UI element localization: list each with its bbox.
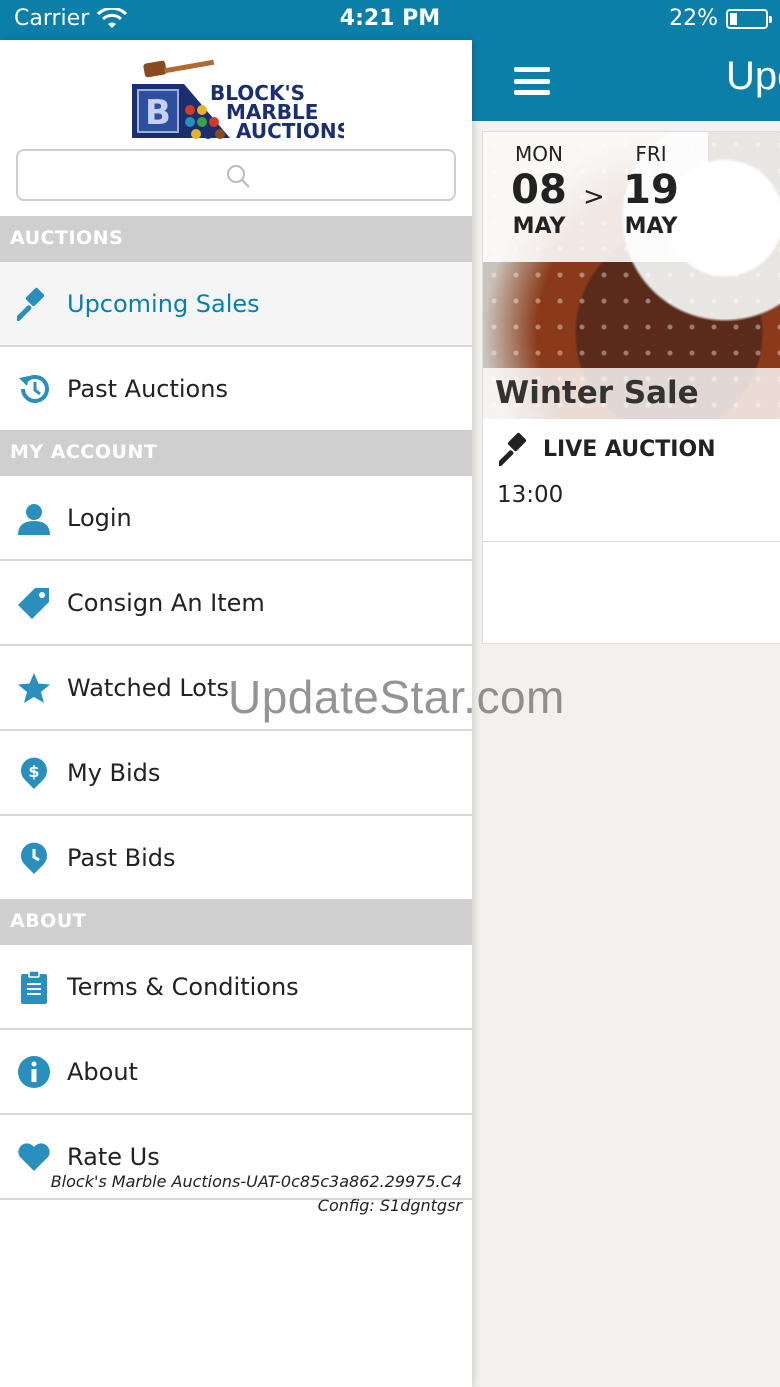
section-my-account: MY ACCOUNT: [0, 430, 472, 476]
battery-icon: [726, 8, 772, 29]
auction-type: LIVE AUCTION: [499, 432, 716, 466]
menu-item-upcoming-sales[interactable]: Upcoming Sales: [0, 262, 472, 347]
nav-bar: Upc: [472, 40, 780, 121]
end-day: 19: [623, 167, 679, 213]
section-auctions: AUCTIONS: [0, 216, 472, 262]
menu-item-label: Consign An Item: [67, 589, 265, 617]
build-info-line2: Config: S1dgntgsr: [317, 1196, 462, 1215]
menu-item-label: Terms & Conditions: [67, 973, 299, 1001]
menu-item-past-auctions[interactable]: Past Auctions: [0, 347, 472, 432]
search-icon: [227, 165, 250, 188]
date-range: MON 08 MAY > FRI 19 MAY: [483, 132, 708, 262]
tag-icon: [16, 585, 52, 621]
svg-text:$: $: [28, 762, 39, 781]
start-date: MON 08 MAY: [499, 142, 579, 239]
menu-item-label: Past Auctions: [67, 375, 228, 403]
menu-item-past-bids[interactable]: Past Bids: [0, 816, 472, 901]
date-arrow: >: [583, 182, 605, 212]
menu-item-label: Watched Lots: [67, 674, 229, 702]
logo-line3: AUCTIONS: [236, 119, 344, 142]
clock: 4:21 PM: [339, 6, 441, 31]
gavel-icon: [499, 432, 527, 466]
logo-letter: B: [145, 93, 171, 133]
clock-pin-icon: [16, 840, 52, 876]
auction-type-label: LIVE AUCTION: [543, 436, 716, 462]
battery-percent: 22%: [669, 6, 718, 31]
start-day: 08: [511, 167, 567, 213]
battery: 22%: [669, 6, 772, 31]
menu-item-label: Past Bids: [67, 844, 176, 872]
start-month: MAY: [512, 214, 566, 239]
menu-item-about[interactable]: About: [0, 1030, 472, 1115]
menu-item-login[interactable]: Login: [0, 476, 472, 561]
menu-item-consign[interactable]: Consign An Item: [0, 561, 472, 646]
dollar-pin-icon: $: [16, 755, 52, 791]
heart-icon: [16, 1139, 52, 1175]
menu-item-label: Upcoming Sales: [67, 290, 260, 318]
company-logo: B BLOCK'S MARBLE AUCTIONS: [132, 59, 344, 142]
battery-fill: [730, 12, 738, 25]
info-icon: [16, 1054, 52, 1090]
search-input[interactable]: [16, 149, 456, 201]
history-icon: [16, 371, 52, 407]
build-info: Block's Marble Auctions-UAT-0c85c3a862.2…: [51, 1170, 462, 1218]
hamburger-icon[interactable]: [514, 67, 550, 95]
end-dow: FRI: [635, 142, 667, 166]
build-info-line1: Block's Marble Auctions-UAT-0c85c3a862.2…: [50, 1172, 462, 1191]
gavel-icon: [16, 286, 52, 322]
menu-item-label: Login: [67, 504, 132, 532]
section-about: ABOUT: [0, 899, 472, 945]
auction-image: MON 08 MAY > FRI 19 MAY Winter Sale: [483, 132, 780, 419]
menu-item-label: About: [67, 1058, 138, 1086]
end-date: FRI 19 MAY: [611, 142, 691, 239]
menu-item-label: My Bids: [67, 759, 161, 787]
sale-title: Winter Sale: [483, 368, 780, 419]
page-title: Upc: [726, 54, 780, 98]
star-icon: [16, 670, 52, 706]
card-divider: [483, 541, 780, 542]
user-icon: [16, 500, 52, 536]
status-bar: Carrier 4:21 PM 22%: [0, 0, 780, 40]
menu-item-my-bids[interactable]: $ My Bids: [0, 731, 472, 816]
section-about-label: ABOUT: [10, 910, 87, 932]
auction-time: 13:00: [497, 482, 564, 508]
section-auctions-label: AUCTIONS: [10, 227, 124, 249]
menu-item-terms[interactable]: Terms & Conditions: [0, 945, 472, 1030]
menu-item-label: Rate Us: [67, 1143, 160, 1171]
auction-card[interactable]: MON 08 MAY > FRI 19 MAY Winter Sale LIVE…: [482, 131, 780, 644]
start-dow: MON: [515, 142, 563, 166]
section-my-account-label: MY ACCOUNT: [10, 441, 158, 463]
clipboard-icon: [16, 969, 52, 1005]
end-month: MAY: [624, 214, 678, 239]
watermark: UpdateStar.com: [228, 671, 565, 723]
